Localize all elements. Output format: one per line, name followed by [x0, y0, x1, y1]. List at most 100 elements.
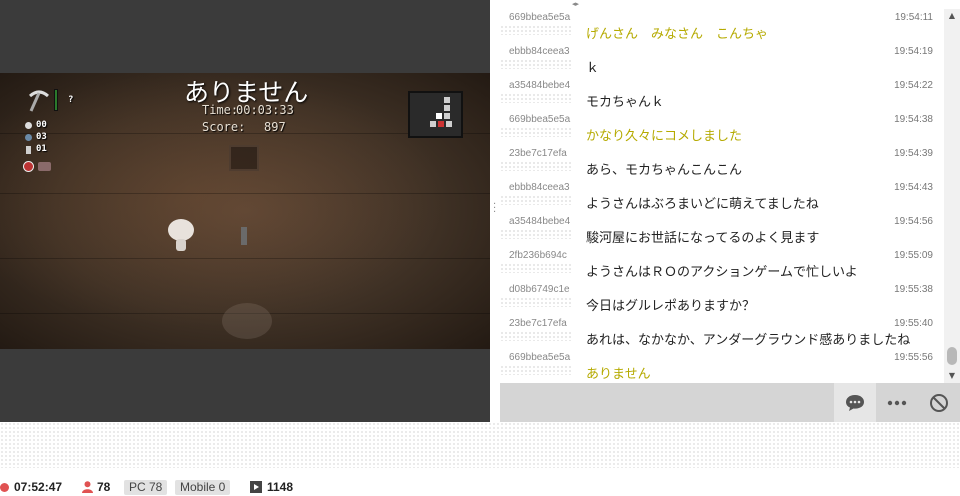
- scroll-up-icon[interactable]: ▲: [944, 9, 960, 23]
- time-value: 00:03:33: [236, 103, 294, 117]
- floor-line: [0, 258, 490, 259]
- comment-row[interactable]: a35484bebe4 19:54:22 モカちゃんｋ: [500, 77, 944, 111]
- user-id-pad: [500, 331, 572, 341]
- comment-text: モカちゃんｋ: [586, 95, 665, 110]
- pc-count: PC 78: [124, 478, 168, 496]
- comment-row[interactable]: 23be7c17efa 19:54:39 あら、モカちゃんこんこん: [500, 145, 944, 179]
- comment-time: 19:55:38: [894, 284, 933, 295]
- comment-count: 1148: [250, 478, 293, 496]
- comment-text: ようさんはＲＯのアクションゲームで忙しいよ: [586, 265, 858, 280]
- comment-user-id[interactable]: ebbb84ceea3: [509, 46, 572, 57]
- trinket-icon: [23, 161, 34, 172]
- comment-count-value: 1148: [267, 480, 294, 494]
- comment-list[interactable]: 669bbea5e5a 19:54:11 げんさん みなさん こんちゃ ebbb84c…: [500, 9, 944, 383]
- minimap-room: [430, 121, 436, 127]
- comment-time: 19:55:40: [894, 318, 933, 329]
- comment-text: 駿河屋にお世話になってるのよく見ます: [586, 231, 820, 246]
- comment-user-id[interactable]: 2fb236b694c: [509, 250, 572, 261]
- comment-time: 19:55:56: [894, 352, 933, 363]
- comment-count-icon: [250, 481, 262, 493]
- user-id-pad: [500, 59, 572, 69]
- comment-row[interactable]: 669bbea5e5a 19:55:56 ありません: [500, 349, 944, 383]
- comment-time: 19:55:09: [894, 250, 933, 261]
- floor-line: [0, 193, 490, 194]
- enemy-figure: [241, 227, 247, 245]
- comment-row[interactable]: ebbb84ceea3 19:54:43 ようさんはぶろまいどに萌えてましたね: [500, 179, 944, 213]
- bomb-count: 03: [36, 132, 47, 142]
- panel-splitter[interactable]: · · ·: [490, 0, 500, 422]
- comment-text: あら、モカちゃんこんこん: [586, 163, 743, 178]
- user-id-pad: [500, 263, 572, 273]
- comment-row[interactable]: 23be7c17efa 19:55:40 あれは、なかなか、アンダーグラウンド感あり…: [500, 315, 944, 349]
- comment-user-id[interactable]: 669bbea5e5a: [509, 12, 572, 23]
- drag-handle-icon[interactable]: · · ·: [493, 200, 497, 218]
- user-id-pad: [500, 365, 572, 375]
- viewer-count: 78: [82, 478, 110, 496]
- comment-user-id[interactable]: d08b6749c1e: [509, 284, 572, 295]
- minimap-room: [446, 121, 452, 127]
- elapsed-time: 07:52:47: [0, 478, 62, 496]
- block-button[interactable]: [918, 383, 960, 422]
- coin-count: 00: [36, 120, 47, 130]
- player-stage: ありません Time: 00:03:33 Score: 897 ? 00 03 …: [0, 0, 960, 422]
- bone-pile: [222, 303, 272, 339]
- comment-user-id[interactable]: 23be7c17efa: [509, 148, 572, 159]
- comment-toolbar: [500, 383, 960, 422]
- charge-bar: [54, 89, 58, 111]
- comment-button[interactable]: [834, 383, 876, 422]
- scroll-thumb[interactable]: [947, 347, 957, 365]
- comment-time: 19:54:43: [894, 182, 933, 193]
- scroll-down-icon[interactable]: ▼: [944, 369, 960, 383]
- bomb-icon: [25, 134, 32, 141]
- video-player[interactable]: ありません Time: 00:03:33 Score: 897 ? 00 03 …: [0, 0, 490, 422]
- comment-text: あれは、なかなか、アンダーグラウンド感ありましたね: [586, 333, 911, 348]
- comment-text: ようさんはぶろまいどに萌えてましたね: [586, 197, 819, 212]
- comment-icon: [846, 394, 864, 411]
- pickaxe-icon: [29, 90, 49, 112]
- more-options-button[interactable]: [876, 383, 918, 422]
- column-resize-icon[interactable]: ◂▸: [572, 0, 579, 8]
- mobile-count: Mobile 0: [175, 478, 231, 496]
- comment-text: かなり久々にコメしました: [586, 129, 743, 144]
- viewer-icon: [82, 481, 93, 493]
- comment-text: ありません: [586, 367, 651, 382]
- user-id-pad: [500, 297, 572, 307]
- comment-row[interactable]: 669bbea5e5a 19:54:11 げんさん みなさん こんちゃ: [500, 9, 944, 43]
- comment-user-id[interactable]: a35484bebe4: [509, 80, 572, 91]
- comment-user-id[interactable]: ebbb84ceea3: [509, 182, 572, 193]
- user-id-pad: [500, 229, 572, 239]
- key-icon: [26, 146, 31, 154]
- game-screen: ありません Time: 00:03:33 Score: 897 ? 00 03 …: [0, 73, 490, 349]
- comment-row[interactable]: ebbb84ceea3 19:54:19 ｋ: [500, 43, 944, 77]
- rock-object: [229, 145, 259, 171]
- comment-user-id[interactable]: a35484bebe4: [509, 216, 572, 227]
- player-body: [176, 239, 186, 251]
- comment-time: 19:54:11: [894, 12, 933, 23]
- time-label: Time:: [202, 103, 239, 117]
- minimap-room: [444, 105, 450, 111]
- comment-time: 19:54:39: [894, 148, 933, 159]
- comment-row[interactable]: 2fb236b694c 19:55:09 ようさんはＲＯのアクションゲームで忙しいよ: [500, 247, 944, 281]
- comment-row[interactable]: a35484bebe4 19:54:56 駿河屋にお世話になってるのよく見ます: [500, 213, 944, 247]
- comment-row[interactable]: 669bbea5e5a 19:54:38 かなり久々にコメしました: [500, 111, 944, 145]
- comment-time: 19:54:38: [894, 114, 933, 125]
- comment-user-id[interactable]: 669bbea5e5a: [509, 114, 572, 125]
- block-icon: [930, 393, 948, 412]
- comment-user-id[interactable]: 669bbea5e5a: [509, 352, 572, 363]
- minimap-room: [444, 113, 450, 119]
- score-value: 897: [264, 120, 286, 134]
- comment-scrollbar[interactable]: ▲ ▼: [944, 9, 960, 383]
- user-id-pad: [500, 161, 572, 171]
- mobile-badge: Mobile 0: [175, 479, 231, 495]
- user-id-pad: [500, 127, 572, 137]
- comment-time: 19:54:22: [894, 80, 933, 91]
- comment-row[interactable]: d08b6749c1e 19:55:38 今日はグルレポありますか？: [500, 281, 944, 315]
- comment-user-id[interactable]: 23be7c17efa: [509, 318, 572, 329]
- minimap-current-room: [436, 113, 442, 119]
- comment-text: げんさん みなさん こんちゃ: [586, 27, 769, 42]
- more-icon: [887, 400, 907, 405]
- boot-icon: [38, 162, 51, 171]
- comment-time: 19:54:19: [894, 46, 933, 57]
- score-label: Score:: [202, 120, 246, 134]
- unknown-item-mark: ?: [68, 95, 74, 105]
